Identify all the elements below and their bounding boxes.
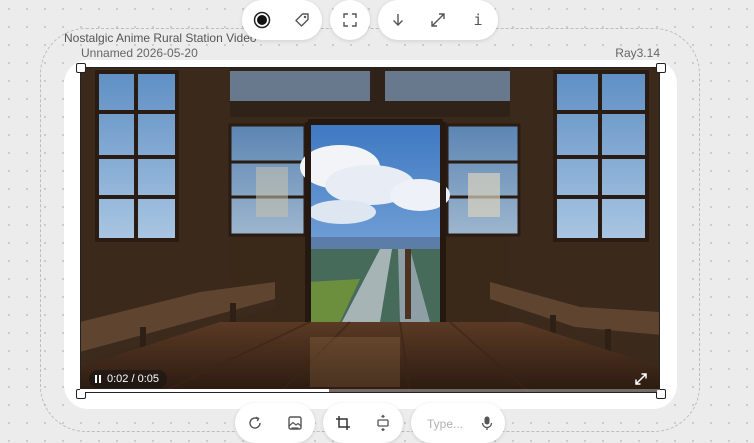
download-button[interactable] xyxy=(378,0,418,40)
playback-control[interactable]: 0:02 / 0:05 xyxy=(89,370,168,388)
pause-icon[interactable] xyxy=(95,375,101,383)
video-progress-fill xyxy=(80,389,330,392)
record-icon xyxy=(253,11,271,29)
model-label: Ray3.14 xyxy=(615,46,660,60)
tag-icon xyxy=(295,13,309,27)
resize-handle-top-right[interactable] xyxy=(656,63,666,73)
bottom-toolbar-group-1 xyxy=(235,403,315,443)
crop-button[interactable] xyxy=(323,403,363,443)
focus-frame-icon xyxy=(343,13,357,27)
video-player[interactable] xyxy=(80,67,660,393)
top-toolbar-group-1 xyxy=(242,0,322,40)
resize-button[interactable] xyxy=(363,403,403,443)
image-icon xyxy=(288,416,302,430)
resize-icon xyxy=(377,414,389,432)
duration: 0:05 xyxy=(137,373,160,385)
bottom-toolbar-group-2 xyxy=(323,403,403,443)
top-toolbar-group-3: i xyxy=(378,0,498,40)
redo-button[interactable] xyxy=(235,403,275,443)
video-frame-scene xyxy=(80,67,660,393)
resize-handle-top-left[interactable] xyxy=(76,63,86,73)
time-display: 0:02 / 0:05 xyxy=(107,370,159,388)
top-toolbar-group-2 xyxy=(330,0,370,40)
focus-frame-button[interactable] xyxy=(330,0,370,40)
video-progress-bar[interactable] xyxy=(80,389,660,392)
fullscreen-icon[interactable] xyxy=(632,370,650,388)
record-button[interactable] xyxy=(242,0,282,40)
image-button[interactable] xyxy=(275,403,315,443)
redo-icon xyxy=(249,416,261,429)
download-icon xyxy=(393,14,403,26)
microphone-icon[interactable] xyxy=(479,415,495,431)
info-icon: i xyxy=(473,11,483,29)
info-button[interactable]: i xyxy=(458,0,498,40)
time-separator: / xyxy=(128,373,138,385)
prompt-input[interactable] xyxy=(427,417,479,431)
current-time: 0:02 xyxy=(107,373,129,385)
canvas-subtitle: Unnamed 2026-05-20 xyxy=(81,46,198,60)
canvas-title: Nostalgic Anime Rural Station Video xyxy=(64,31,257,45)
expand-button[interactable] xyxy=(418,0,458,40)
tag-button[interactable] xyxy=(282,0,322,40)
expand-icon xyxy=(431,13,445,27)
prompt-box xyxy=(411,403,505,443)
crop-icon xyxy=(336,416,350,430)
